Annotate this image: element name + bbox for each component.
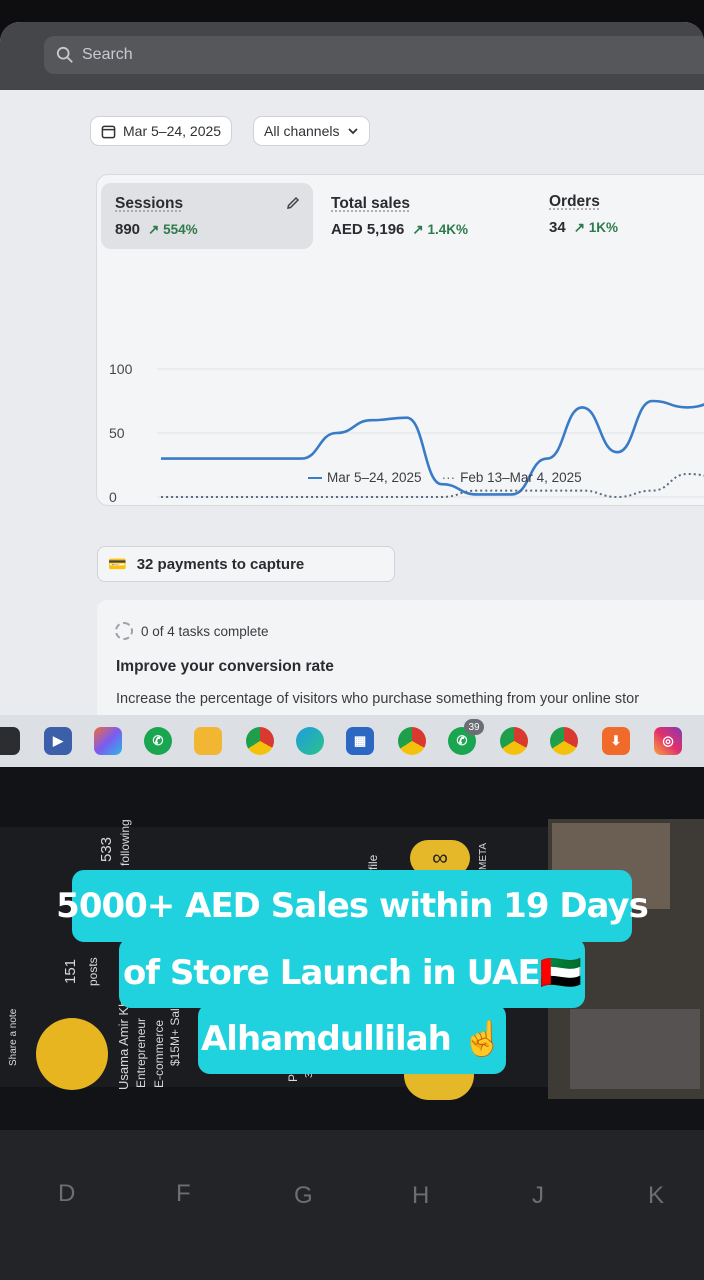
- y-tick-label: 50: [109, 425, 125, 441]
- windows-taskbar: ▶ ✆ ▦ ✆ 39 ⬇ ◎: [0, 715, 704, 767]
- channel-filter[interactable]: All channels: [253, 116, 370, 146]
- legend-previous: ··· Feb 13–Mar 4, 2025: [442, 470, 582, 485]
- task-description: Increase the percentage of visitors who …: [116, 691, 639, 707]
- admin-top-bar: Search: [0, 22, 704, 90]
- search-icon: [56, 46, 74, 64]
- key: D: [58, 1180, 75, 1208]
- store-icon[interactable]: ▦: [346, 727, 374, 755]
- key: H: [412, 1182, 429, 1210]
- profile-bio: $15M+ Sale: [168, 1002, 182, 1066]
- chrome-icon[interactable]: [550, 727, 578, 755]
- downloader-icon[interactable]: ⬇: [602, 727, 630, 755]
- notification-badge: 39: [464, 719, 484, 735]
- date-range-label: Mar 5–24, 2025: [123, 123, 221, 139]
- key: K: [648, 1182, 664, 1210]
- progress-circle-icon: [115, 622, 133, 640]
- task-progress-label: 0 of 4 tasks complete: [141, 624, 269, 639]
- share-note[interactable]: Share a note: [8, 1009, 19, 1066]
- chevron-down-icon: [347, 125, 359, 137]
- chrome-icon[interactable]: [500, 727, 528, 755]
- metrics-card: Sessions 890 ↗ 554% Total sales AED 5,19…: [96, 174, 704, 506]
- keyboard: D F G H J K: [0, 1130, 704, 1280]
- edge-icon[interactable]: [296, 727, 324, 755]
- caption-line-2: of Store Launch in UAE🇦🇪: [119, 938, 585, 1008]
- key: F: [176, 1180, 191, 1208]
- key: G: [294, 1182, 313, 1210]
- profile-bio: Entrepreneur: [134, 1018, 148, 1088]
- chart-legend: Mar 5–24, 2025 ··· Feb 13–Mar 4, 2025: [308, 470, 582, 485]
- payment-icon: 💳: [108, 555, 127, 573]
- y-tick-label: 0: [109, 489, 117, 505]
- task-title[interactable]: Improve your conversion rate: [116, 658, 334, 676]
- caption-line-1: 5000+ AED Sales within 19 Days: [72, 870, 632, 942]
- edit-profile-button[interactable]: file: [366, 855, 380, 870]
- profile-bio: E-commerce: [152, 1020, 166, 1088]
- task-progress: 0 of 4 tasks complete: [115, 622, 269, 640]
- search-bar[interactable]: Search: [44, 36, 704, 74]
- following-label: following: [118, 819, 132, 866]
- payments-to-capture-button[interactable]: 💳 32 payments to capture: [97, 546, 395, 582]
- channel-label: All channels: [264, 123, 340, 139]
- caption-line-3: Alhamdullilah ☝️: [198, 1004, 506, 1074]
- calendar-icon: [101, 124, 116, 139]
- date-range-picker[interactable]: Mar 5–24, 2025: [90, 116, 232, 146]
- posts-label: posts: [86, 957, 100, 986]
- legend-current: Mar 5–24, 2025: [308, 470, 422, 485]
- photo-thumbnail: [570, 1009, 700, 1089]
- instagram-icon[interactable]: ◎: [654, 727, 682, 755]
- following-count: 533: [98, 837, 115, 862]
- meta-label: META: [478, 843, 489, 870]
- copilot-icon[interactable]: [94, 727, 122, 755]
- chrome-icon[interactable]: [398, 727, 426, 755]
- whatsapp-icon[interactable]: ✆: [144, 727, 172, 755]
- key: J: [532, 1182, 544, 1210]
- analytics-page: Mar 5–24, 2025 All channels Sessions 890…: [0, 90, 704, 715]
- y-tick-label: 100: [109, 361, 133, 377]
- profile-name: Usama Amir Kh: [116, 1000, 131, 1090]
- monitor-screen: Search Mar 5–24, 2025 All channels Sessi…: [0, 22, 704, 767]
- terminal-icon[interactable]: [0, 727, 20, 755]
- sessions-line-chart: 100500Mar 5Mar 7Mar 9Mar 11Mar 13Mar 15M…: [97, 175, 704, 507]
- avatar[interactable]: [36, 1018, 108, 1090]
- chrome-icon[interactable]: [246, 727, 274, 755]
- payments-label: 32 payments to capture: [137, 556, 305, 573]
- meet-icon[interactable]: ▶: [44, 727, 72, 755]
- search-placeholder: Search: [82, 46, 133, 64]
- posts-count: 151: [62, 959, 79, 984]
- file-explorer-icon[interactable]: [194, 727, 222, 755]
